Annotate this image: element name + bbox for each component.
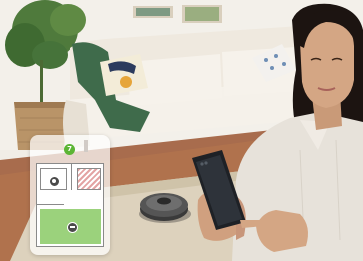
floor-map-card: 7: [30, 135, 110, 255]
room-top-right-hatched: [77, 168, 101, 190]
map-badge: 7: [64, 144, 75, 155]
floorplan: [36, 163, 104, 247]
living-room-photo: 7: [0, 0, 363, 261]
interior-wall: [37, 204, 64, 205]
wall-frame-left: [133, 6, 173, 18]
robot-icon: [67, 222, 78, 233]
wall-frame-right: [182, 5, 222, 23]
person-icon: [49, 176, 60, 187]
interior-wall: [71, 164, 72, 190]
